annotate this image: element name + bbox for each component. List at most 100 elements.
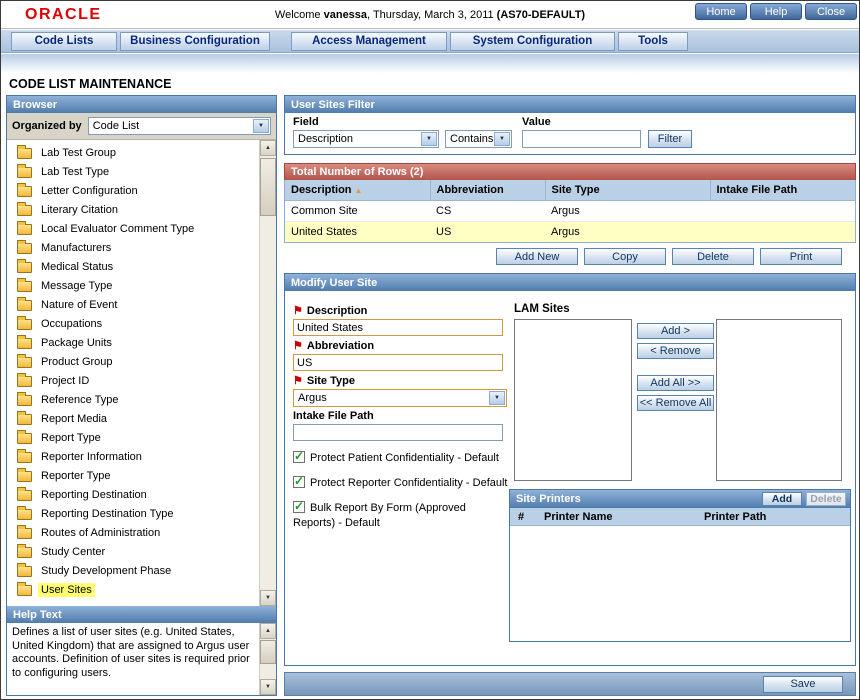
lam-sites-available-list[interactable] (514, 319, 632, 481)
required-flag-icon (293, 304, 303, 317)
tree-item[interactable]: Nature of Event (7, 295, 259, 314)
folder-icon (17, 449, 32, 463)
column-header-description[interactable]: Description ▲ (285, 180, 431, 201)
folder-icon (17, 487, 32, 501)
tree-item[interactable]: Report Type (7, 428, 259, 447)
oracle-logo: ORACLE (25, 6, 102, 23)
column-header-site-type[interactable]: Site Type (545, 180, 711, 201)
tree-item-label: Lab Test Group (41, 146, 117, 159)
tree-item[interactable]: User Sites (7, 580, 259, 599)
tree-item[interactable]: Letter Configuration (7, 181, 259, 200)
delete-button[interactable]: Delete (672, 248, 754, 265)
tab-code-lists[interactable]: Code Lists (11, 31, 117, 51)
filter-operator-select[interactable]: Contains ▼ (445, 130, 512, 148)
lam-sites-selected-list[interactable] (716, 319, 842, 481)
scroll-down-icon[interactable]: ▼ (260, 679, 276, 695)
user-sites-filter-section: User Sites Filter Field Value Descriptio… (284, 95, 856, 155)
lam-buttons: Add > < Remove Add All >> << Remove All (637, 323, 714, 411)
tree-item[interactable]: Local Evaluator Comment Type (7, 219, 259, 238)
cell-intake-file-path (710, 221, 855, 242)
chevron-down-icon: ▼ (253, 119, 269, 133)
welcome-text: Welcome vanessa, Thursday, March 3, 2011… (151, 9, 709, 21)
table-row[interactable]: United States US Argus (285, 221, 855, 242)
help-scroll-thumb[interactable] (260, 640, 276, 664)
filter-button[interactable]: Filter (648, 130, 692, 148)
tab-tools[interactable]: Tools (618, 31, 688, 51)
tree-item[interactable]: Reporter Type (7, 466, 259, 485)
printers-empty-list[interactable] (510, 526, 850, 641)
tree-item[interactable]: Report Media (7, 409, 259, 428)
printer-path-column-header: Printer Path (704, 510, 767, 523)
lam-add-all-button[interactable]: Add All >> (637, 375, 714, 391)
tree-item[interactable]: Reporting Destination (7, 485, 259, 504)
help-button[interactable]: Help (750, 3, 802, 20)
printer-add-button[interactable]: Add (762, 492, 802, 506)
tree-item[interactable]: Package Units (7, 333, 259, 352)
results-table-body: Common Site CS Argus United States US Ar… (285, 200, 855, 242)
print-button[interactable]: Print (760, 248, 842, 265)
scroll-up-icon[interactable]: ▲ (260, 140, 276, 156)
protect-patient-label: Protect Patient Confidentiality - Defaul… (310, 452, 499, 464)
tree-item[interactable]: Study Development Phase (7, 561, 259, 580)
tree-item[interactable]: Routes of Administration (7, 523, 259, 542)
protect-patient-checkbox[interactable] (293, 449, 305, 464)
copy-button[interactable]: Copy (584, 248, 666, 265)
protect-reporter-checkbox[interactable] (293, 474, 305, 489)
tree-scroll-thumb[interactable] (260, 158, 276, 216)
tree-item[interactable]: Reporting Destination Type (7, 504, 259, 523)
folder-icon (17, 525, 32, 539)
chevron-down-icon: ▼ (421, 132, 437, 146)
tree-item[interactable]: Product Group (7, 352, 259, 371)
tree-item[interactable]: Medical Status (7, 257, 259, 276)
tree-item[interactable]: Lab Test Type (7, 162, 259, 181)
tree-item[interactable]: Project ID (7, 371, 259, 390)
home-button[interactable]: Home (695, 3, 747, 20)
tree-item-label: Reporter Information (41, 450, 142, 463)
tree-item-label: Product Group (41, 355, 113, 368)
printer-delete-button[interactable]: Delete (806, 492, 846, 506)
lam-add-button[interactable]: Add > (637, 323, 714, 339)
chevron-down-icon: ▼ (489, 391, 505, 405)
save-button[interactable]: Save (763, 675, 843, 693)
tab-system-configuration[interactable]: System Configuration (450, 31, 615, 51)
folder-icon (17, 316, 32, 330)
bulk-report-checkbox[interactable] (293, 499, 305, 514)
code-list-maintenance-window: ORACLE Welcome vanessa, Thursday, March … (0, 0, 860, 700)
intake-file-path-field[interactable] (293, 424, 503, 441)
tree-item[interactable]: Manufacturers (7, 238, 259, 257)
scroll-up-icon[interactable]: ▲ (260, 623, 276, 639)
scroll-down-icon[interactable]: ▼ (260, 590, 276, 606)
organized-by-select[interactable]: Code List ▼ (87, 117, 271, 135)
abbreviation-field[interactable] (293, 354, 503, 371)
save-bar: Save (284, 672, 856, 696)
tree-item[interactable]: Literary Citation (7, 200, 259, 219)
folder-icon (17, 164, 32, 178)
lam-remove-button[interactable]: < Remove (637, 343, 714, 359)
tree-item[interactable]: Occupations (7, 314, 259, 333)
description-field[interactable] (293, 319, 503, 336)
filter-field-select[interactable]: Description ▼ (293, 130, 439, 148)
printers-column-headers: # Printer Name Printer Path (510, 508, 850, 526)
tab-access-management[interactable]: Access Management (291, 31, 447, 51)
table-row[interactable]: Common Site CS Argus (285, 200, 855, 222)
column-header-intake-file-path[interactable]: Intake File Path (710, 180, 855, 201)
tree-item[interactable]: Study Center (7, 542, 259, 561)
column-header-abbreviation[interactable]: Abbreviation (430, 180, 546, 201)
tree-item[interactable]: Message Type (7, 276, 259, 295)
site-printers-title: Site Printers (516, 493, 581, 505)
welcome-prefix: Welcome (274, 9, 324, 21)
site-type-label: Site Type (306, 374, 355, 387)
folder-icon (17, 544, 32, 558)
site-type-select[interactable]: Argus ▼ (293, 389, 507, 407)
lam-remove-all-button[interactable]: << Remove All (637, 395, 714, 411)
tree-item[interactable]: Reference Type (7, 390, 259, 409)
tab-business-configuration[interactable]: Business Configuration (120, 31, 270, 51)
close-button[interactable]: Close (805, 3, 857, 20)
filter-value-input[interactable] (522, 130, 641, 148)
tree-item[interactable]: Reporter Information (7, 447, 259, 466)
tree-item-label: Report Type (41, 431, 101, 444)
folder-icon (17, 259, 32, 273)
add-new-button[interactable]: Add New (496, 248, 578, 265)
folder-icon (17, 411, 32, 425)
tree-item[interactable]: Lab Test Group (7, 143, 259, 162)
